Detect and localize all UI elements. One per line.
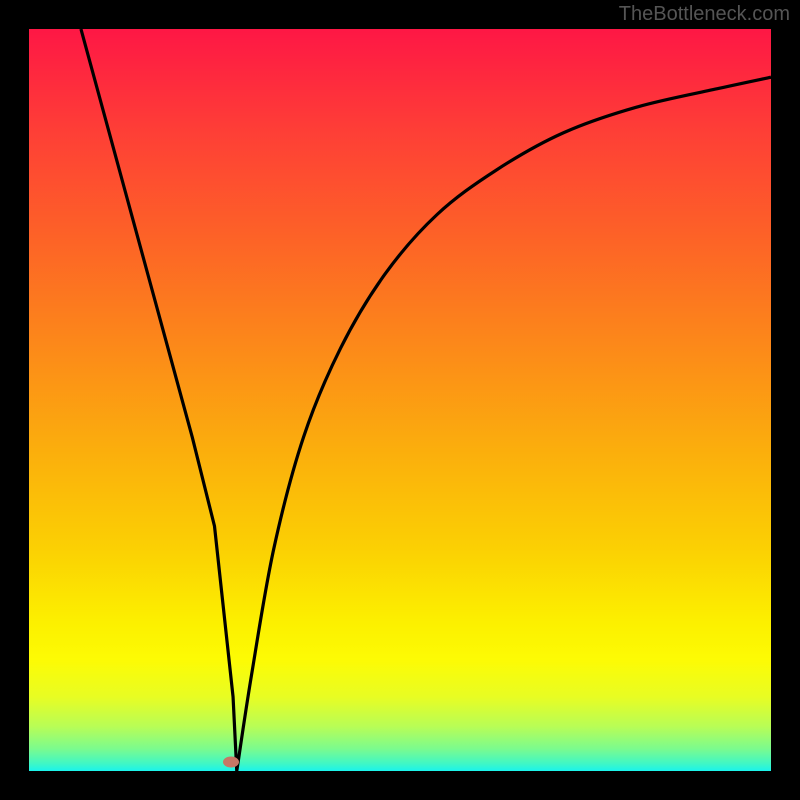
bottleneck-curve — [81, 29, 771, 771]
optimal-point-marker — [223, 757, 239, 768]
chart-plot-area — [29, 29, 771, 771]
curve-svg — [29, 29, 771, 771]
watermark-text: TheBottleneck.com — [619, 3, 790, 26]
